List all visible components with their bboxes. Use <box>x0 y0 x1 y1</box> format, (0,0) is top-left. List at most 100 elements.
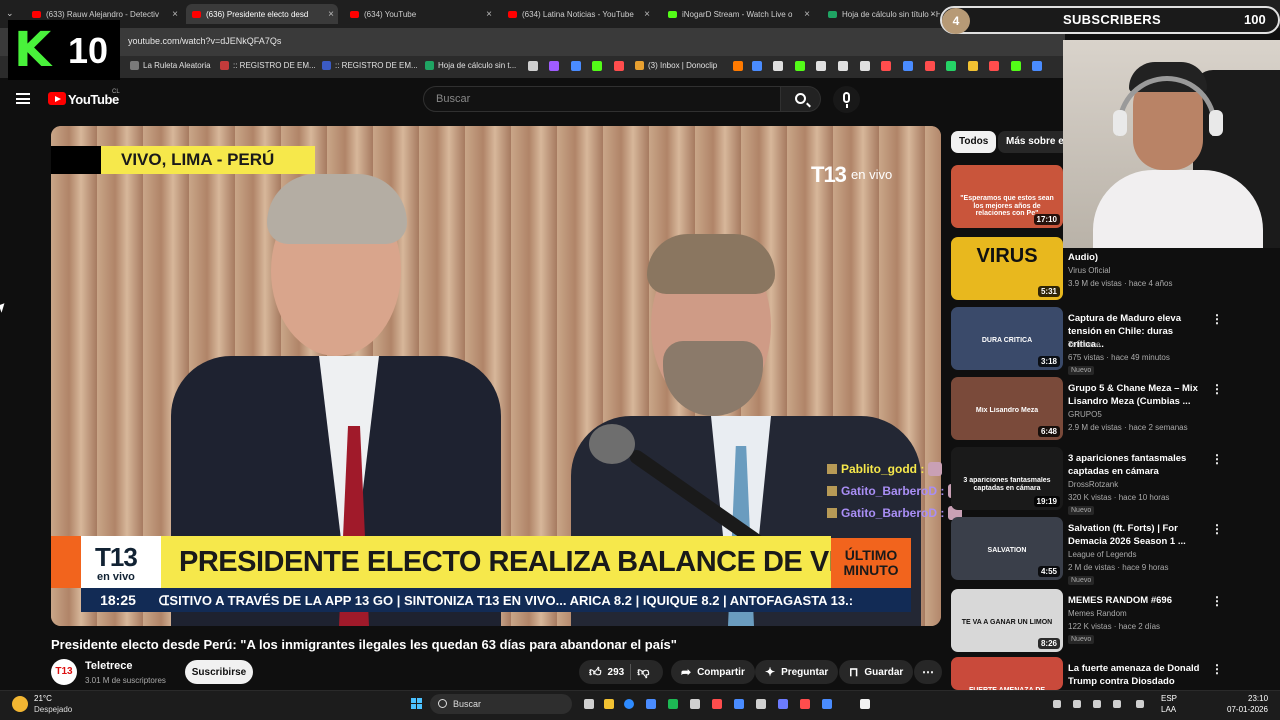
recommendation-channel[interactable]: GRUPO5 <box>1068 410 1102 419</box>
bookmark-item[interactable]: Hoja de cálculo sin t... <box>425 61 516 70</box>
taskbar-app-icon[interactable] <box>712 699 722 709</box>
bookmark-shortcut-icon[interactable] <box>1011 61 1021 71</box>
bookmark-shortcut-icon[interactable] <box>571 61 581 71</box>
input-layout[interactable]: LAA <box>1161 705 1176 714</box>
more-vertical-icon[interactable]: ⋮ <box>1211 382 1223 396</box>
bookmark-shortcut-icon[interactable] <box>838 61 848 71</box>
recommendation-thumbnail[interactable]: FUERTE AMENAZA DE <box>951 657 1063 690</box>
menu-icon[interactable] <box>16 93 30 104</box>
taskbar-app-icon[interactable] <box>690 699 700 709</box>
more-vertical-icon[interactable]: ⋮ <box>1211 312 1223 326</box>
bookmark-shortcut-icon[interactable] <box>816 61 826 71</box>
youtube-logo-icon[interactable] <box>48 92 66 105</box>
system-tray-icon[interactable] <box>1113 700 1121 708</box>
windows-start-icon[interactable] <box>411 698 422 709</box>
recommendation-title[interactable]: MEMES RANDOM #696 <box>1068 594 1208 607</box>
recommendation-channel[interactable]: League of Legends <box>1068 550 1137 559</box>
recommendation-title[interactable]: Salvation (ft. Forts) | For Demacia 2026… <box>1068 522 1208 548</box>
tab-close-icon[interactable]: × <box>328 9 334 20</box>
browser-tab[interactable]: (636) Presidente electo desd × <box>186 4 338 24</box>
taskbar-app-icon[interactable] <box>624 699 634 709</box>
bookmark-shortcut-icon[interactable] <box>903 61 913 71</box>
bookmark-item[interactable]: (3) Inbox | Donoclip <box>635 61 717 70</box>
taskbar-app-icon[interactable] <box>734 699 744 709</box>
bookmark-item[interactable]: La Ruleta Aleatoria <box>130 61 211 70</box>
bookmark-item[interactable]: :: REGISTRO DE EM... <box>220 61 316 70</box>
tab-close-icon[interactable]: × <box>172 9 178 20</box>
channel-name[interactable]: Teletrece <box>85 660 133 672</box>
recommendation-title[interactable]: Audio) <box>1068 251 1208 264</box>
clock-date[interactable]: 07-01-2026 <box>1227 705 1268 714</box>
recommendation-thumbnail[interactable]: DURA CRÍTICA 3:18 <box>951 307 1063 370</box>
recommendation-title[interactable]: 3 apariciones fantasmales captadas en cá… <box>1068 452 1208 478</box>
taskbar-app-icon[interactable] <box>860 699 870 709</box>
url-field[interactable]: youtube.com/watch?v=dJENkQFA7Qs <box>128 36 281 46</box>
taskbar-app-icon[interactable] <box>756 699 766 709</box>
more-vertical-icon[interactable]: ⋮ <box>1211 594 1223 608</box>
bookmark-shortcut-icon[interactable] <box>1032 61 1042 71</box>
tab-list-chevron-icon[interactable]: ⌄ <box>6 8 14 19</box>
tab-close-icon[interactable]: × <box>644 9 650 20</box>
tab-close-icon[interactable]: × <box>486 9 492 20</box>
recommendation-channel[interactable]: Virus Oficial <box>1068 266 1111 275</box>
browser-tab[interactable]: Hoja de cálculo sin título - H × <box>822 4 940 24</box>
weather-temperature[interactable]: 21°C <box>34 694 52 703</box>
recommendation-thumbnail[interactable]: Mix Lisandro Meza 6:48 <box>951 377 1063 440</box>
search-button[interactable] <box>781 86 821 112</box>
browser-tab[interactable]: (634) YouTube × <box>344 4 496 24</box>
taskbar-app-icon[interactable] <box>778 699 788 709</box>
thumbs-up-icon[interactable]: 👍︎ <box>589 666 602 678</box>
channel-avatar[interactable]: T13 <box>51 659 77 685</box>
bookmark-shortcut-icon[interactable] <box>946 61 956 71</box>
more-vertical-icon[interactable]: ⋮ <box>1211 662 1223 676</box>
save-button[interactable]: ⊓ Guardar <box>839 660 914 684</box>
taskbar-app-icon[interactable] <box>822 699 832 709</box>
recommendation-channel[interactable]: DrossRotzank <box>1068 480 1118 489</box>
chip-all[interactable]: Todos <box>951 131 997 153</box>
share-button[interactable]: ➦ Compartir <box>671 660 755 684</box>
bookmark-shortcut-icon[interactable] <box>881 61 891 71</box>
taskbar-app-icon[interactable] <box>604 699 614 709</box>
thumbs-down-icon[interactable]: 👎︎ <box>637 666 649 678</box>
bookmark-shortcut-icon[interactable] <box>968 61 978 71</box>
bookmark-shortcut-icon[interactable] <box>528 61 538 71</box>
voice-search-button[interactable] <box>833 86 860 113</box>
recommendation-channel[interactable]: Memes Random <box>1068 609 1127 618</box>
bookmark-shortcut-icon[interactable] <box>614 61 624 71</box>
input-language[interactable]: ESP <box>1161 694 1177 703</box>
recommendation-title[interactable]: Grupo 5 & Chane Meza – Mix Lisandro Meza… <box>1068 382 1208 408</box>
bookmark-shortcut-icon[interactable] <box>592 61 602 71</box>
system-tray-icon[interactable] <box>1053 700 1061 708</box>
bookmark-shortcut-icon[interactable] <box>752 61 762 71</box>
recommendation-thumbnail[interactable]: SALVATION 4:55 <box>951 517 1063 580</box>
tab-close-icon[interactable]: × <box>930 9 936 20</box>
bookmark-shortcut-icon[interactable] <box>733 61 743 71</box>
more-actions-button[interactable]: ⋯ <box>914 660 942 684</box>
bookmark-shortcut-icon[interactable] <box>989 61 999 71</box>
search-input[interactable] <box>424 87 780 111</box>
recommendation-thumbnail[interactable]: "Esperamos que estos sean los mejores añ… <box>951 165 1063 228</box>
recommendation-thumbnail[interactable]: VIRUS 5:31 <box>951 237 1063 300</box>
bookmark-shortcut-icon[interactable] <box>860 61 870 71</box>
taskbar-app-icon[interactable] <box>584 699 594 709</box>
taskbar-search[interactable]: Buscar <box>430 694 572 714</box>
system-tray-icon[interactable] <box>1136 700 1144 708</box>
more-vertical-icon[interactable]: ⋮ <box>1211 452 1223 466</box>
ask-button[interactable]: ✦ Preguntar <box>755 660 839 684</box>
bookmark-shortcut-icon[interactable] <box>773 61 783 71</box>
taskbar-app-icon[interactable] <box>668 699 678 709</box>
system-tray-icon[interactable] <box>1093 700 1101 708</box>
more-vertical-icon[interactable]: ⋮ <box>1211 522 1223 536</box>
weather-description[interactable]: Despejado <box>34 705 72 714</box>
system-tray-icon[interactable] <box>1073 700 1081 708</box>
bookmark-shortcut-icon[interactable] <box>925 61 935 71</box>
subscribe-button[interactable]: Suscribirse <box>185 660 253 684</box>
bookmark-shortcut-icon[interactable] <box>795 61 805 71</box>
weather-icon[interactable] <box>12 696 28 712</box>
tab-close-icon[interactable]: × <box>804 9 810 20</box>
recommendation-channel[interactable]: Teletrece <box>1068 340 1100 349</box>
browser-tab[interactable]: (634) Latina Noticias - YouTube × <box>502 4 654 24</box>
taskbar-app-icon[interactable] <box>800 699 810 709</box>
video-player[interactable]: VIVO, LIMA - PERÚ T13 en vivo T13 en viv… <box>51 126 941 626</box>
taskbar-app-icon[interactable] <box>646 699 656 709</box>
